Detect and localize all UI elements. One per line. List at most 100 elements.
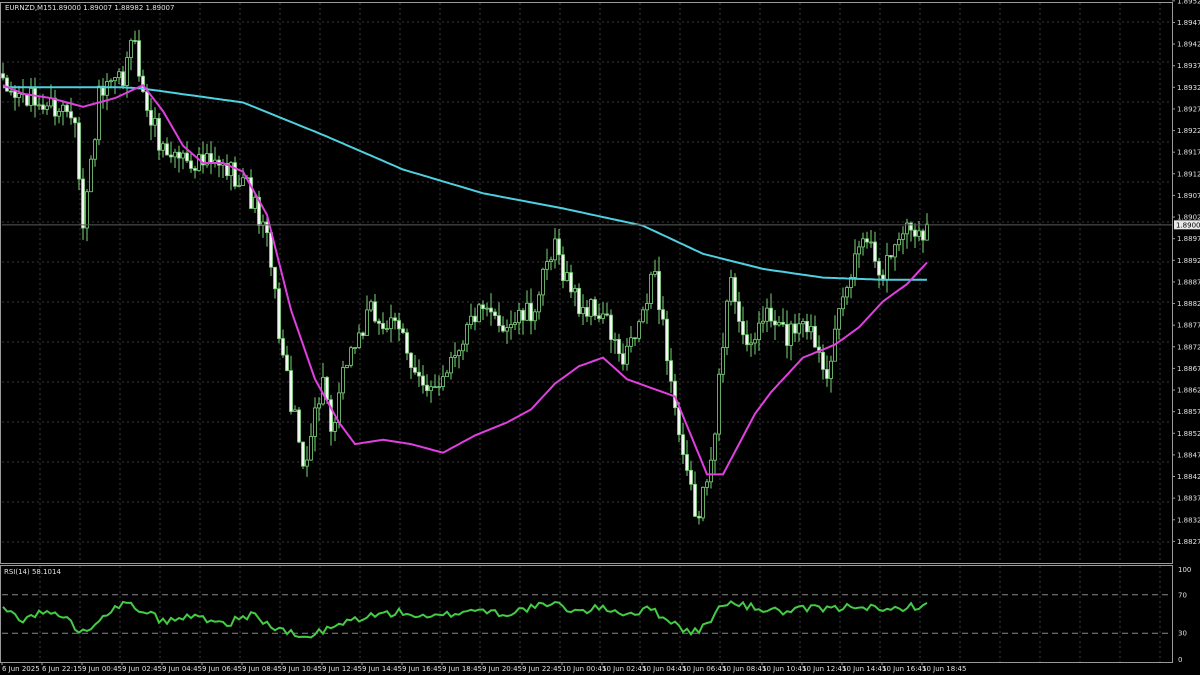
candle-body <box>669 360 673 382</box>
candle-body <box>125 57 129 86</box>
candle-body <box>541 268 545 296</box>
candle-body <box>925 223 929 241</box>
candle-body <box>453 355 457 358</box>
price-tick-label: 1.89075 <box>1177 192 1200 200</box>
rsi-tick-label: 0 <box>1178 656 1182 664</box>
candle-body <box>289 370 293 412</box>
candle-body <box>1 73 5 79</box>
candle-body <box>429 386 433 392</box>
candle-body <box>365 309 369 336</box>
candle-body <box>369 301 373 311</box>
price-tick-label: 1.88275 <box>1177 538 1200 546</box>
candle-body <box>725 300 729 348</box>
candle-body <box>25 93 29 106</box>
candle-body <box>73 117 77 124</box>
candle-body <box>757 322 761 341</box>
candle-body <box>525 302 529 321</box>
time-tick-label: 6 Jun 22:15 <box>42 665 82 673</box>
candle-body <box>149 110 153 126</box>
candle-body <box>809 325 813 333</box>
candle-body <box>573 288 577 293</box>
candle-body <box>145 91 149 111</box>
candle-body <box>185 152 189 162</box>
candle-body <box>389 317 393 329</box>
candle-body <box>489 307 493 313</box>
candle-body <box>281 338 285 356</box>
time-tick-label: 6 Jun 2025 <box>2 665 40 673</box>
candle-body <box>781 321 785 325</box>
time-tick-label: 10 Jun 06:45 <box>682 665 726 673</box>
trading-chart-window[interactable]: 1.89525 1.89475 1.89425 1.89375 1.89325 1.892… <box>0 0 1200 675</box>
candle-body <box>485 307 489 310</box>
candle-body <box>193 168 197 171</box>
candle-body <box>873 241 877 262</box>
ohlc-label: 1.89000 1.89007 1.88982 1.89007 <box>52 4 174 12</box>
candle-body <box>793 323 797 334</box>
candle-body <box>293 409 297 412</box>
candle-body <box>501 325 505 332</box>
price-tick-label: 1.89325 <box>1177 84 1200 92</box>
price-tick-label: 1.88725 <box>1177 343 1200 351</box>
candle-body <box>181 152 185 159</box>
candle-body <box>821 351 825 370</box>
candle-body <box>649 273 653 304</box>
ma-short-line <box>2 83 928 476</box>
candle-body <box>861 238 865 248</box>
candle-body <box>617 338 621 355</box>
candle-body <box>209 153 213 164</box>
candle-body <box>377 320 381 324</box>
candle-body <box>625 345 629 365</box>
price-tick-label: 1.88375 <box>1177 495 1200 503</box>
candle-body <box>325 376 329 401</box>
candle-body <box>337 392 341 423</box>
chart-canvas[interactable]: 1.89525 1.89475 1.89425 1.89375 1.89325 1.892… <box>0 0 1200 675</box>
candle-body <box>433 386 437 389</box>
candle-body <box>413 367 417 373</box>
candle-body <box>121 71 125 86</box>
time-tick-label: 10 Jun 00:45 <box>562 665 606 673</box>
candle-body <box>709 459 713 483</box>
candle-body <box>801 321 805 325</box>
rsi-tick-label: 30 <box>1178 630 1187 638</box>
candle-body <box>277 288 281 339</box>
candle-body <box>813 325 817 348</box>
candle-body <box>385 328 389 330</box>
time-axis: 6 Jun 2025 6 Jun 22:15 9 Jun 00:45 9 Jun 02… <box>1 662 966 673</box>
candle-body <box>673 380 677 409</box>
candle-body <box>713 433 717 461</box>
candle-body <box>909 222 913 231</box>
candle-body <box>805 321 809 333</box>
candle-body <box>845 287 849 298</box>
candle-body <box>461 343 465 352</box>
candle-body <box>57 111 61 117</box>
time-tick-label: 9 Jun 08:45 <box>242 665 282 673</box>
candle-body <box>129 40 133 59</box>
candle-body <box>345 364 349 368</box>
candle-body <box>137 40 141 77</box>
candle-body <box>457 350 461 357</box>
candle-body <box>917 230 921 237</box>
candle-body <box>161 143 165 151</box>
time-tick-label: 9 Jun 16:45 <box>402 665 442 673</box>
candle-body <box>409 352 413 369</box>
candle-body <box>441 376 445 387</box>
candle-body <box>737 301 741 322</box>
candle-body <box>229 162 233 177</box>
candle-body <box>285 354 289 371</box>
candle-body <box>729 277 733 302</box>
candle-body <box>53 97 57 117</box>
price-tick-label: 1.89175 <box>1177 149 1200 157</box>
candles <box>1 29 929 525</box>
main-pane-frame <box>0 2 1173 564</box>
candle-body <box>901 233 905 240</box>
candle-body <box>773 320 777 326</box>
candle-body <box>309 436 313 461</box>
candle-body <box>637 321 641 339</box>
candle-body <box>553 238 557 261</box>
rsi-tick-label: 100 <box>1178 566 1191 574</box>
candle-body <box>169 154 173 158</box>
price-tick-label: 1.88575 <box>1177 408 1200 416</box>
candle-body <box>493 311 497 317</box>
price-tick-label: 1.89525 <box>1177 0 1200 5</box>
candle-body <box>509 324 513 329</box>
